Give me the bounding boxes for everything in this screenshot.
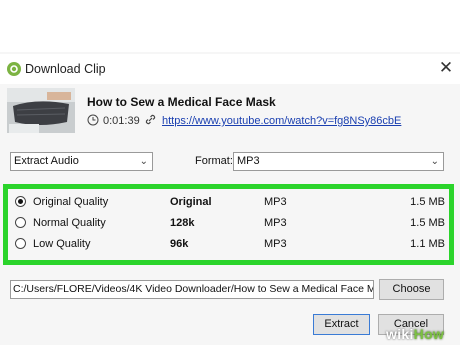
quality-radio-low[interactable] xyxy=(15,238,26,249)
background-strip xyxy=(0,0,460,52)
quality-row-original[interactable]: Original Quality Original MP3 1.5 MB xyxy=(0,193,460,211)
mode-dropdown-value: Extract Audio xyxy=(14,155,79,167)
save-path-input[interactable]: C:/Users/FLORE/Videos/4K Video Downloade… xyxy=(10,280,374,299)
dialog-title: Download Clip xyxy=(25,62,106,76)
quality-bitrate: 128k xyxy=(170,217,195,229)
video-url-link[interactable]: https://www.youtube.com/watch?v=fg8NSy86… xyxy=(162,115,401,127)
quality-format: MP3 xyxy=(264,238,287,250)
quality-size: 1.1 MB xyxy=(410,238,445,250)
quality-bitrate: 96k xyxy=(170,238,189,250)
wikihow-watermark: wikiHow xyxy=(386,326,444,342)
app-logo-icon xyxy=(7,62,21,76)
video-thumbnail xyxy=(7,88,75,133)
watermark-how: How xyxy=(413,326,445,342)
watermark-wiki: wiki xyxy=(386,326,414,342)
quality-size: 1.5 MB xyxy=(410,196,445,208)
link-icon xyxy=(145,114,156,125)
format-label: Format: xyxy=(195,155,233,167)
video-duration: 0:01:39 xyxy=(103,115,140,127)
quality-format: MP3 xyxy=(264,217,287,229)
clock-icon xyxy=(87,114,99,126)
format-dropdown[interactable]: MP3 ⌄ xyxy=(233,152,444,171)
choose-button[interactable]: Choose xyxy=(379,279,444,300)
quality-radio-original[interactable] xyxy=(15,196,26,207)
quality-bitrate: Original xyxy=(170,196,212,208)
chevron-down-icon: ⌄ xyxy=(430,156,439,167)
close-icon[interactable]: ✕ xyxy=(436,56,456,80)
quality-row-normal[interactable]: Normal Quality 128k MP3 1.5 MB xyxy=(0,214,460,232)
mode-dropdown[interactable]: Extract Audio ⌄ xyxy=(10,152,153,171)
extract-button[interactable]: Extract xyxy=(313,314,370,335)
quality-label: Normal Quality xyxy=(33,217,106,229)
quality-label: Original Quality xyxy=(33,196,109,208)
chevron-down-icon: ⌄ xyxy=(139,156,148,167)
quality-size: 1.5 MB xyxy=(410,217,445,229)
video-title: How to Sew a Medical Face Mask xyxy=(87,95,276,109)
quality-radio-normal[interactable] xyxy=(15,217,26,228)
quality-row-low[interactable]: Low Quality 96k MP3 1.1 MB xyxy=(0,235,460,253)
quality-format: MP3 xyxy=(264,196,287,208)
format-dropdown-value: MP3 xyxy=(237,155,260,167)
quality-label: Low Quality xyxy=(33,238,91,250)
